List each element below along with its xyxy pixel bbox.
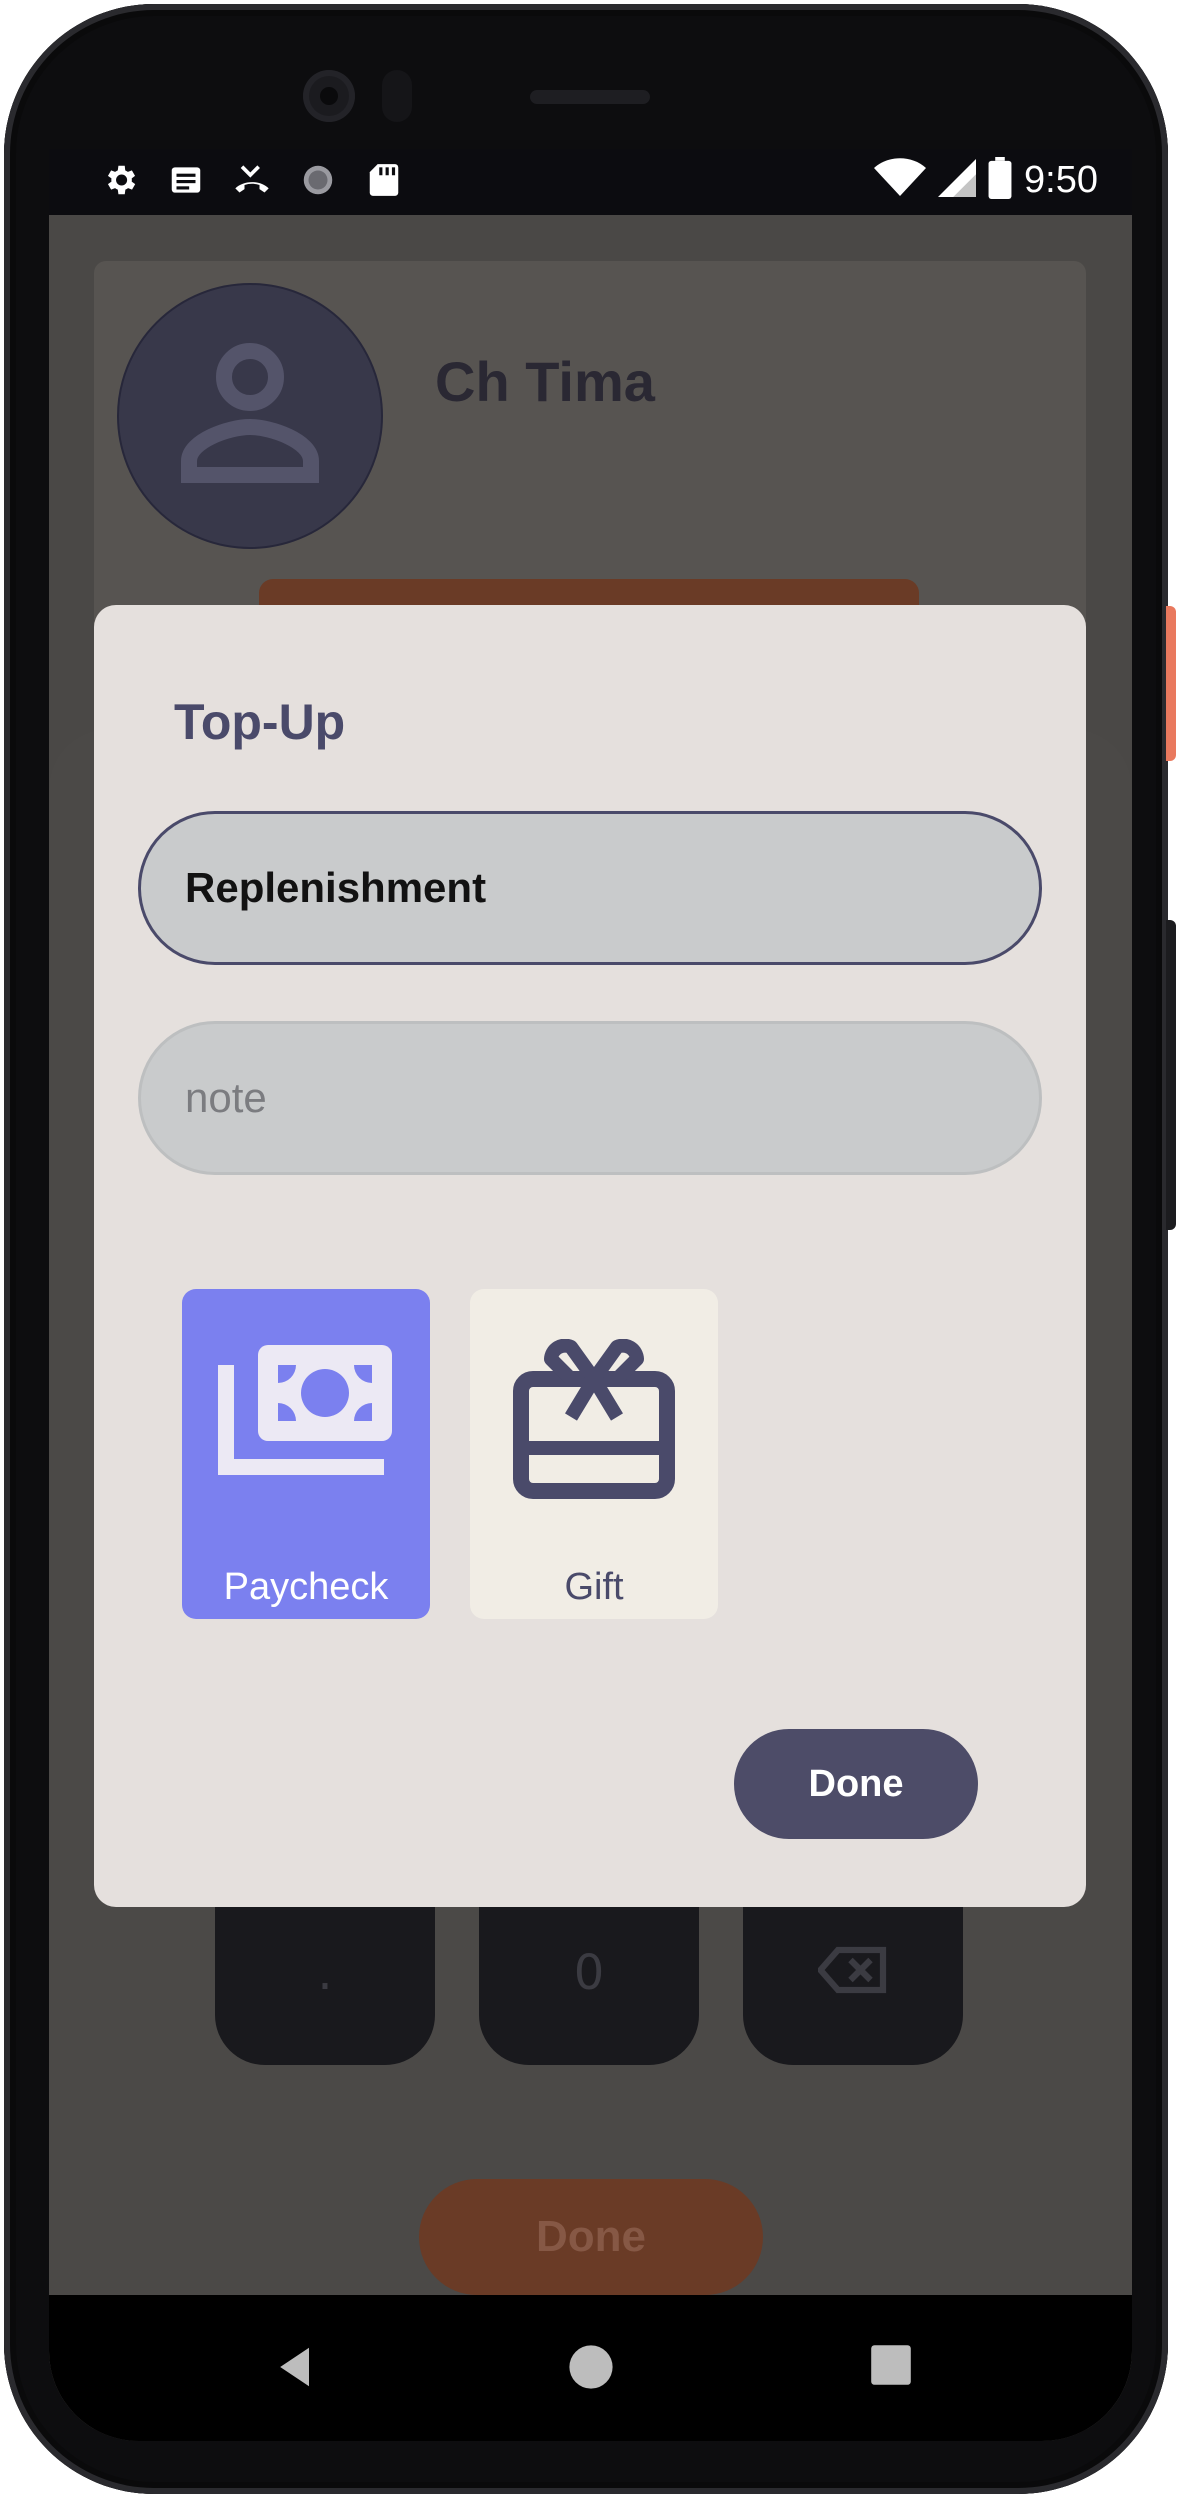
- battery-icon: [988, 157, 1012, 203]
- missed-call-icon: [231, 159, 273, 201]
- gift-card-icon: [513, 1339, 675, 1499]
- signal-icon: [938, 159, 977, 201]
- amount-value: Replenishment: [185, 864, 487, 911]
- user-name: Ch Tima: [435, 350, 655, 413]
- sync-icon: [297, 159, 339, 201]
- done-button[interactable]: Done: [734, 1729, 978, 1839]
- background-done-button: Done: [419, 2179, 763, 2295]
- back-icon[interactable]: [273, 2343, 321, 2395]
- amount-field[interactable]: Replenishment: [138, 811, 1042, 965]
- status-time: 9:50: [1024, 158, 1098, 201]
- money-icon: [218, 1345, 392, 1475]
- dialog-title: Top-Up: [174, 694, 346, 750]
- note-field[interactable]: note: [138, 1021, 1042, 1175]
- phone-frame: 9:50 Ch Tima . 0 Done Top-Up Replenishme…: [4, 4, 1168, 2494]
- front-camera: [303, 70, 355, 122]
- power-button: [1166, 606, 1176, 761]
- backspace-icon: [818, 1946, 887, 1994]
- category-label: Paycheck: [223, 1566, 389, 1608]
- screen: 9:50 Ch Tima . 0 Done Top-Up Replenishme…: [49, 149, 1132, 2441]
- gear-icon: [99, 159, 141, 201]
- status-icons-left: [99, 159, 405, 201]
- wifi-icon: [874, 158, 927, 202]
- volume-button: [1166, 920, 1176, 1230]
- key-dot: .: [215, 1905, 435, 2065]
- sd-card-icon: [363, 159, 405, 201]
- status-bar: 9:50: [49, 149, 1132, 215]
- navigation-bar: [49, 2295, 1132, 2441]
- earpiece-speaker: [530, 90, 650, 104]
- category-paycheck[interactable]: Paycheck: [182, 1289, 430, 1619]
- proximity-sensor: [382, 70, 412, 122]
- key-backspace: [743, 1905, 963, 2065]
- category-label: Gift: [564, 1566, 624, 1608]
- top-up-dialog: Top-Up Replenishment note Paycheck Gift …: [94, 605, 1086, 1907]
- key-zero: 0: [479, 1905, 699, 2065]
- status-icons-right: 9:50: [874, 157, 1098, 203]
- avatar: [117, 283, 383, 549]
- notes-icon: [165, 159, 207, 201]
- person-icon: [181, 343, 319, 483]
- note-placeholder: note: [185, 1074, 267, 1121]
- home-icon[interactable]: [567, 2343, 615, 2395]
- recents-icon[interactable]: [869, 2343, 913, 2391]
- category-gift[interactable]: Gift: [470, 1289, 718, 1619]
